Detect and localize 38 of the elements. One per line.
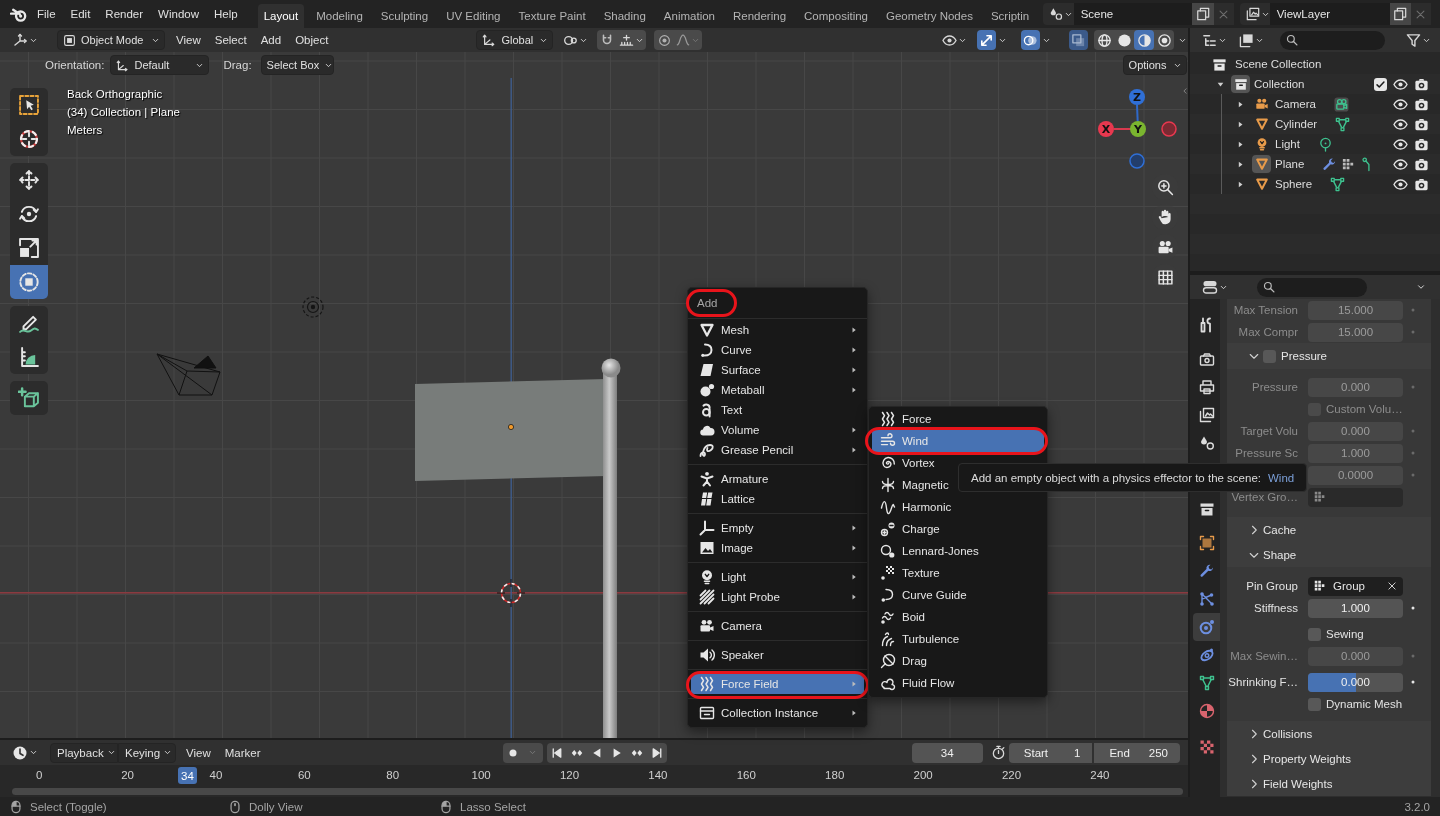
status-hint: Dolly View [249,800,303,813]
frame-number: 120 [559,769,580,781]
status-hint: Select (Toggle) [30,800,107,813]
field-label: Max Tension [1233,304,1299,316]
field-label: Pressure [1251,381,1299,393]
viewport-info-text: (34) Collection | Plane [67,105,180,120]
frame-number: 220 [1001,769,1022,781]
field-label: Stiffness [1254,602,1299,614]
frame-number: 20 [121,769,134,781]
field-label: Pin Group [1246,580,1299,592]
field-label: Target Volu [1240,425,1299,437]
field-label: Orientation: [45,59,105,71]
checkbox-label: Sewing [1326,628,1364,640]
frame-number: 40 [209,769,223,781]
frame-number: 140 [648,769,668,781]
menu-title: Add [697,296,718,309]
field-label: Shrinking F… [1228,676,1299,688]
viewport-info-text: Meters [67,123,103,138]
field-label: Max Sewin… [1230,650,1299,662]
version-text: 3.2.0 [1404,800,1430,813]
frame-number: 100 [471,769,491,781]
tooltip-text: Add an empty object with a physics effector to the scene: [971,471,1261,484]
viewport-info-text: Back Orthographic [67,87,163,102]
checkbox-label: Dynamic Mesh [1326,698,1403,710]
frame-number: 200 [913,769,933,781]
field-label: Pressure Sc [1235,447,1299,459]
frame-number: 240 [1090,769,1110,781]
status-hint: Lasso Select [460,800,526,813]
checkbox-label: Custom Volu… [1326,403,1403,415]
frame-number: 60 [297,769,311,781]
tooltip-operator-name: Wind [1268,471,1295,484]
frame-number: 80 [386,769,400,781]
frame-number: 180 [825,769,845,781]
frame-number: 160 [736,769,756,781]
field-label: Drag: [223,59,252,71]
field-label: Max Compr [1238,326,1299,338]
field-label: Vertex Gro… [1231,491,1299,503]
frame-number: 0 [36,769,43,781]
